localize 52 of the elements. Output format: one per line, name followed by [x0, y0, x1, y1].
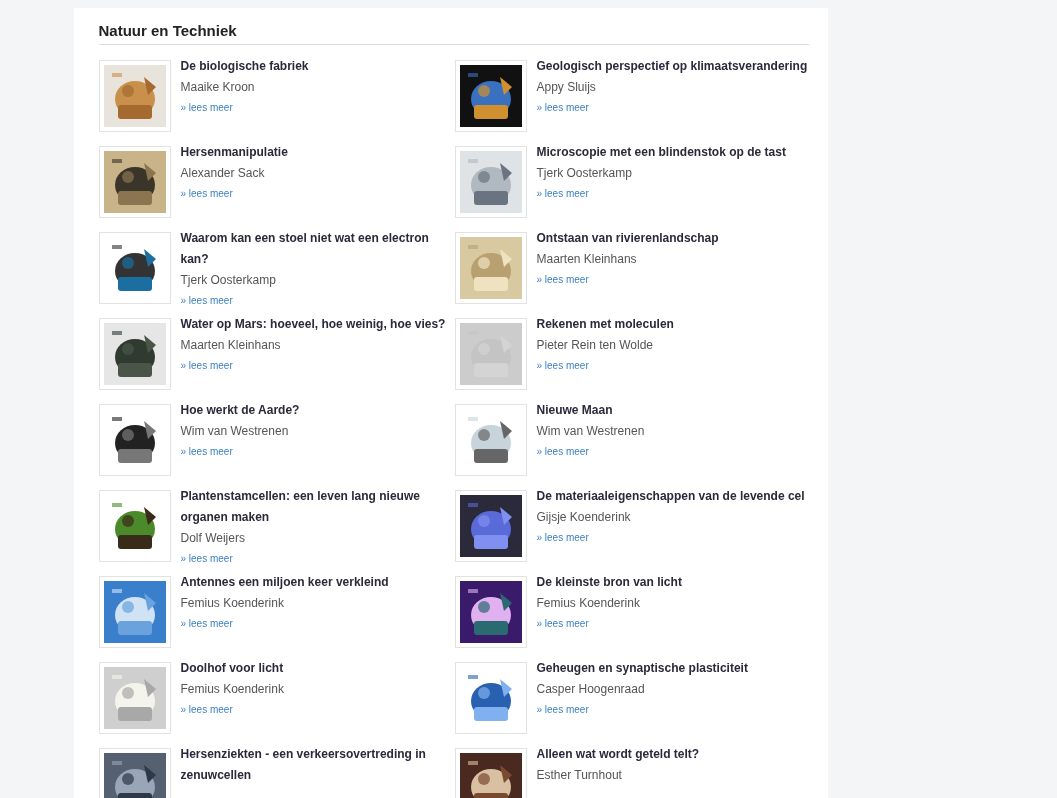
read-more-link[interactable]: » lees meer — [180, 291, 233, 311]
author-name: Wim van Westrenen — [180, 423, 290, 440]
author-name: Maarten Kleinhans — [180, 337, 282, 354]
article-title: Plantenstamcellen: een leven lang nieuwe organen maken — [180, 488, 421, 526]
article-title: Hoe werkt de Aarde? — [180, 402, 301, 419]
author-name: Casper Hoogenraad — [536, 681, 646, 698]
read-more-link[interactable]: » lees meer — [536, 184, 589, 204]
author-name: Tjerk Oosterkamp — [536, 165, 633, 182]
section-heading: Natuur en Techniek — [98, 22, 809, 45]
author-name: Femius Koenderink — [536, 595, 641, 612]
article-title: Geheugen en synaptische plasticiteit — [536, 660, 749, 677]
read-more-link[interactable]: » lees meer — [536, 700, 589, 720]
article-title: Geologisch perspectief op klimaatsverandering — [536, 58, 809, 75]
author-name: Dolf Weijers — [180, 530, 246, 547]
article-title: Hersenziekten - een verkeersovertreding in zenuwcellen — [180, 746, 427, 784]
author-name: Femius Koenderink — [180, 681, 285, 698]
read-more-link[interactable]: » lees meer — [536, 356, 589, 376]
author-name: Wim van Westrenen — [536, 423, 646, 440]
read-more-link[interactable]: » lees meer — [180, 184, 233, 204]
article-title: Ontstaan van rivierenlandschap — [536, 230, 720, 247]
read-more-link[interactable]: » lees meer — [180, 549, 233, 569]
read-more-link[interactable]: » lees meer — [180, 98, 233, 118]
article-title: Waarom kan een stoel niet wat een electron kan? — [180, 230, 430, 268]
read-more-link[interactable]: » lees meer — [180, 614, 233, 634]
read-more-link[interactable]: » lees meer — [536, 270, 589, 290]
author-name: Tjerk Oosterkamp — [180, 272, 277, 289]
article-title: Microscopie met een blindenstok op de tast — [536, 144, 787, 161]
article-title: Nieuwe Maan — [536, 402, 614, 419]
read-more-link[interactable]: » lees meer — [536, 98, 589, 118]
read-more-link[interactable]: » lees meer — [536, 442, 589, 462]
read-more-link[interactable]: » lees meer — [536, 614, 589, 634]
author-name: Pieter Rein ten Wolde — [536, 337, 654, 354]
article-title: Water op Mars: hoeveel, hoe weinig, hoe vies? — [180, 316, 447, 333]
article-title: Alleen wat wordt geteld telt? — [536, 746, 701, 763]
read-more-link[interactable]: » lees meer — [180, 356, 233, 376]
article-title: Doolhof voor licht — [180, 660, 285, 677]
author-name: Maaike Kroon — [180, 79, 256, 96]
author-name: Esther Turnhout — [536, 767, 623, 784]
article-title: Rekenen met moleculen — [536, 316, 675, 333]
author-name: Gijsje Koenderink — [536, 509, 632, 526]
author-name: Appy Sluijs — [536, 79, 597, 96]
read-more-link[interactable]: » lees meer — [180, 442, 233, 462]
read-more-link[interactable]: » lees meer — [536, 528, 589, 548]
author-name: Maarten Kleinhans — [536, 251, 638, 268]
article-title: Hersenmanipulatie — [180, 144, 289, 161]
article-title: De materiaaleigenschappen van de levende cel — [536, 488, 806, 505]
article-title: Antennes een miljoen keer verkleind — [180, 574, 390, 591]
article-title: De kleinste bron van licht — [536, 574, 683, 591]
author-name: Alexander Sack — [180, 165, 266, 182]
article-title: De biologische fabriek — [180, 58, 310, 75]
read-more-link[interactable]: » lees meer — [180, 700, 233, 720]
author-name: Femius Koenderink — [180, 595, 285, 612]
